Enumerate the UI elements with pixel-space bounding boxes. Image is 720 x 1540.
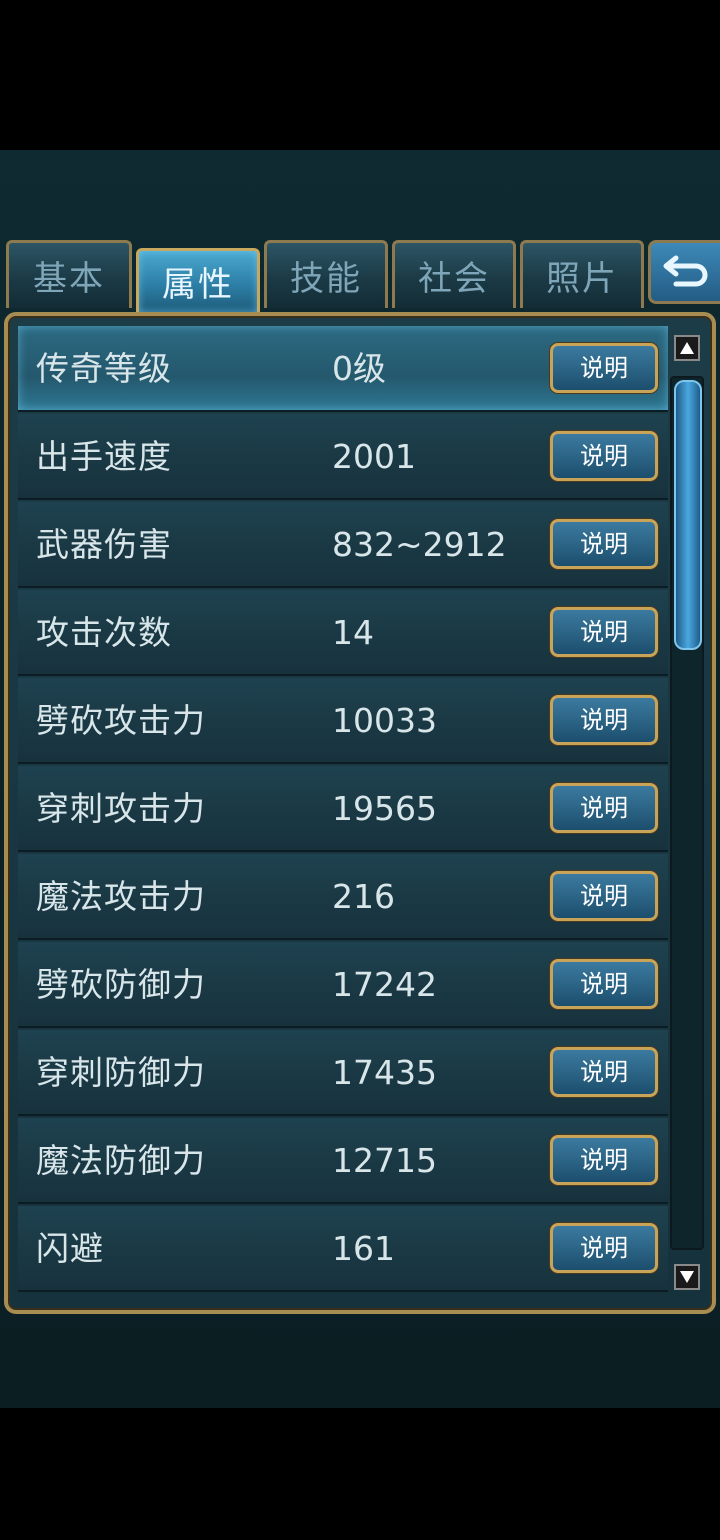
system-navigation-bar <box>0 1408 720 1540</box>
attribute-row-pierce-attack[interactable]: 穿刺攻击力 19565 说明 <box>18 766 668 852</box>
attribute-value: 10033 <box>332 701 437 740</box>
tab-attributes[interactable]: 属性 <box>136 248 260 312</box>
attribute-name: 魔法防御力 <box>36 1141 206 1180</box>
explain-button[interactable]: 说明 <box>550 1047 658 1097</box>
tab-skills[interactable]: 技能 <box>264 240 388 308</box>
attribute-value: 2001 <box>332 437 416 476</box>
attributes-list[interactable]: 传奇等级 0级 说明 出手速度 2001 说明 武器伤害 832~2912 说明… <box>18 326 668 1296</box>
attribute-row-magic-attack[interactable]: 魔法攻击力 216 说明 <box>18 854 668 940</box>
attribute-name: 攻击次数 <box>36 613 172 652</box>
attribute-row-slash-defense[interactable]: 劈砍防御力 17242 说明 <box>18 942 668 1028</box>
attribute-name: 传奇等级 <box>36 349 172 388</box>
attribute-name: 武器伤害 <box>36 525 172 564</box>
attribute-row-weapon-damage[interactable]: 武器伤害 832~2912 说明 <box>18 502 668 588</box>
tab-photo[interactable]: 照片 <box>520 240 644 308</box>
tab-basic[interactable]: 基本 <box>6 240 132 308</box>
attribute-name: 穿刺防御力 <box>36 1053 206 1092</box>
attribute-value: 832~2912 <box>332 525 507 564</box>
explain-button[interactable]: 说明 <box>550 1223 658 1273</box>
attribute-row-dodge[interactable]: 闪避 161 说明 <box>18 1206 668 1292</box>
tab-label: 属性 <box>162 265 234 305</box>
attribute-name: 穿刺攻击力 <box>36 789 206 828</box>
explain-button[interactable]: 说明 <box>550 959 658 1009</box>
status-bar-area <box>0 0 720 150</box>
attribute-value: 12715 <box>332 1141 437 1180</box>
explain-button[interactable]: 说明 <box>550 1135 658 1185</box>
attribute-row-slash-attack[interactable]: 劈砍攻击力 10033 说明 <box>18 678 668 764</box>
back-button[interactable] <box>648 240 720 304</box>
triangle-up-icon <box>680 342 694 354</box>
attribute-value: 161 <box>332 1229 395 1268</box>
scroll-down-button[interactable] <box>674 1264 700 1290</box>
triangle-down-icon <box>680 1271 694 1283</box>
scroll-up-button[interactable] <box>674 335 700 361</box>
explain-button[interactable]: 说明 <box>550 695 658 745</box>
attribute-row-magic-defense[interactable]: 魔法防御力 12715 说明 <box>18 1118 668 1204</box>
attribute-value: 14 <box>332 613 374 652</box>
tab-label: 基本 <box>33 259 105 299</box>
attribute-name: 劈砍攻击力 <box>36 701 206 740</box>
explain-button[interactable]: 说明 <box>550 343 658 393</box>
explain-button[interactable]: 说明 <box>550 871 658 921</box>
attribute-name: 闪避 <box>36 1229 104 1268</box>
attribute-value: 19565 <box>332 789 437 828</box>
tab-social[interactable]: 社会 <box>392 240 516 308</box>
scrollbar-thumb[interactable] <box>674 380 702 650</box>
attribute-value: 17435 <box>332 1053 437 1092</box>
explain-button[interactable]: 说明 <box>550 519 658 569</box>
attribute-row-legend-level[interactable]: 传奇等级 0级 说明 <box>18 326 668 412</box>
attribute-name: 魔法攻击力 <box>36 877 206 916</box>
tab-label: 社会 <box>418 259 490 299</box>
explain-button[interactable]: 说明 <box>550 607 658 657</box>
explain-button[interactable]: 说明 <box>550 431 658 481</box>
attribute-value: 17242 <box>332 965 437 1004</box>
explain-button[interactable]: 说明 <box>550 783 658 833</box>
tab-label: 照片 <box>546 259 618 299</box>
attribute-value: 216 <box>332 877 395 916</box>
attribute-name: 出手速度 <box>36 437 172 476</box>
tab-label: 技能 <box>290 259 362 299</box>
return-arrow-icon <box>663 255 707 287</box>
attribute-value: 0级 <box>332 349 386 388</box>
attribute-row-pierce-defense[interactable]: 穿刺防御力 17435 说明 <box>18 1030 668 1116</box>
attribute-row-attack-speed[interactable]: 出手速度 2001 说明 <box>18 414 668 500</box>
attribute-name: 劈砍防御力 <box>36 965 206 1004</box>
attribute-row-attack-count[interactable]: 攻击次数 14 说明 <box>18 590 668 676</box>
